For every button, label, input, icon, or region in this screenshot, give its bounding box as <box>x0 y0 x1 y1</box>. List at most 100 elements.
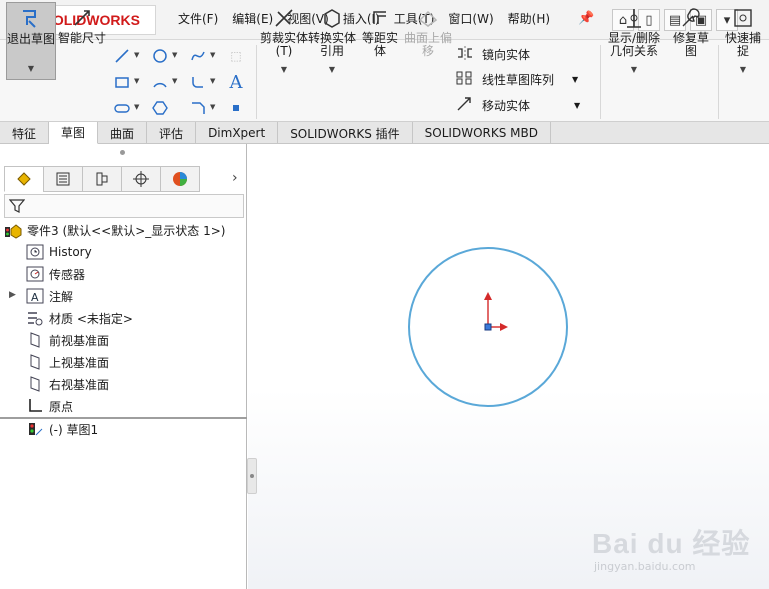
top-plane-label: 上视基准面 <box>49 355 110 370</box>
relations-dropdown-icon[interactable]: ▼ <box>631 63 637 76</box>
slot-dropdown-icon[interactable]: ▼ <box>134 103 139 111</box>
circle-tool-icon[interactable] <box>150 46 170 66</box>
line-dropdown-icon[interactable]: ▼ <box>134 51 139 59</box>
menu-window[interactable]: 窗口(W) <box>448 10 493 27</box>
rectangle-dropdown-icon[interactable]: ▼ <box>134 77 139 85</box>
relations-label: 显示/删除几何关系 <box>607 31 661 58</box>
tab-features[interactable]: 特征 <box>0 122 50 144</box>
repair-sketch-label: 修复草图 <box>672 31 709 58</box>
command-tabs: 特征 草图 曲面 评估 DimXpert SOLIDWORKS 插件 SOLID… <box>0 122 769 144</box>
watermark-brand: Bai du 经验 <box>592 528 751 559</box>
rectangle-icon[interactable] <box>112 72 132 92</box>
filter-icon <box>9 199 25 213</box>
trim-icon <box>270 4 298 32</box>
history-icon <box>26 243 44 261</box>
move-dropdown-icon[interactable]: ▼ <box>574 101 580 110</box>
configuration-manager-tab-icon[interactable] <box>82 166 122 192</box>
sketch-origin-icon[interactable] <box>484 323 492 331</box>
trim-entities-button[interactable]: 剪裁实体(T) ▼ <box>260 2 308 80</box>
panel-grip-icon[interactable] <box>120 150 125 155</box>
chevron-right-icon[interactable]: › <box>232 170 238 186</box>
tree-item-annotations[interactable]: A 注解 <box>26 286 73 306</box>
quick-snaps-button[interactable]: 快速捕捉 ▼ <box>720 2 766 80</box>
tab-sketch[interactable]: 草图 <box>49 122 99 144</box>
line-icon[interactable] <box>112 46 132 66</box>
expand-arrow-icon[interactable]: ▶ <box>9 290 16 300</box>
sketch1-label: (-) 草图1 <box>49 422 99 437</box>
tree-item-material[interactable]: 材质 <未指定> <box>26 308 133 328</box>
convert-dropdown-icon[interactable]: ▼ <box>329 63 335 76</box>
tree-item-front-plane[interactable]: 前视基准面 <box>26 330 109 350</box>
tree-item-top-plane[interactable]: 上视基准面 <box>26 352 109 372</box>
tab-addins[interactable]: SOLIDWORKS 插件 <box>278 122 413 144</box>
tree-item-history[interactable]: History <box>26 242 92 262</box>
offset-label: 等距实体 <box>361 31 398 58</box>
feature-manager-tab-icon[interactable] <box>4 166 44 192</box>
sketch-icon <box>26 420 44 438</box>
fillet-icon[interactable] <box>188 72 208 92</box>
menu-file[interactable]: 文件(F) <box>178 10 218 27</box>
convert-icon <box>318 4 346 32</box>
exit-sketch-button[interactable]: 退出草图 ▼ <box>6 2 56 80</box>
property-manager-tab-icon[interactable] <box>43 166 83 192</box>
sketch-entity-tools: ▼ ▼ ▼ ⬚ ▼ ▼ ▼ A ▼ ▼ <box>112 44 252 120</box>
spline-icon[interactable] <box>188 46 208 66</box>
offset-entities-button[interactable]: 等距实体 <box>358 2 402 80</box>
part-name: 零件3 (默认<<默认>_显示状态 1>) <box>27 223 226 238</box>
ribbon-separator <box>600 45 601 119</box>
dimxpert-manager-tab-icon[interactable] <box>121 166 161 192</box>
arc-icon[interactable] <box>150 72 170 92</box>
fillet-dropdown-icon[interactable]: ▼ <box>210 77 215 85</box>
spline-dropdown-icon[interactable]: ▼ <box>210 51 215 59</box>
linear-pattern-label: 线性草图阵列 <box>482 72 555 87</box>
smart-dimension-icon <box>68 4 96 32</box>
point-icon[interactable] <box>226 98 246 118</box>
text-tool-icon[interactable]: A <box>226 72 246 93</box>
tab-evaluate[interactable]: 评估 <box>147 122 197 144</box>
linear-pattern-dropdown-icon[interactable]: ▼ <box>572 75 578 84</box>
exit-sketch-icon <box>17 5 45 33</box>
chamfer-icon[interactable] <box>188 98 208 118</box>
tab-surfaces[interactable]: 曲面 <box>98 122 148 144</box>
tab-mbd[interactable]: SOLIDWORKS MBD <box>413 122 551 144</box>
smart-dimension-button[interactable]: 智能尺寸 <box>58 2 106 80</box>
arc-dropdown-icon[interactable]: ▼ <box>172 77 177 85</box>
linear-pattern-button[interactable]: 线性草图阵列 ▼ <box>456 68 578 90</box>
ribbon-separator <box>256 45 257 119</box>
origin-x-arrow <box>500 323 508 331</box>
tab-dimxpert[interactable]: DimXpert <box>196 122 279 144</box>
trim-dropdown-icon[interactable]: ▼ <box>281 63 287 76</box>
mirror-entities-button[interactable]: 镜向实体 <box>456 43 530 65</box>
offset-surface-label: 曲面上偏移 <box>404 31 453 58</box>
menu-help[interactable]: 帮助(H) <box>508 10 550 27</box>
chamfer-dropdown-icon[interactable]: ▼ <box>210 103 215 111</box>
move-icon <box>456 96 474 115</box>
filter-bar[interactable] <box>4 194 244 218</box>
quick-snaps-icon <box>729 4 757 32</box>
origin-icon <box>26 397 44 415</box>
convert-entities-button[interactable]: 转换实体引用 ▼ <box>308 2 356 80</box>
front-plane-label: 前视基准面 <box>49 333 110 348</box>
display-manager-tab-icon[interactable] <box>160 166 200 192</box>
pin-icon[interactable]: 📌 <box>578 12 594 26</box>
panel-splitter[interactable] <box>247 458 257 494</box>
exit-sketch-dropdown-icon[interactable]: ▼ <box>28 62 34 75</box>
repair-sketch-button[interactable]: 修复草图 <box>668 2 714 80</box>
annotations-label: 注解 <box>49 289 74 304</box>
tree-item-sketch1[interactable]: (-) 草图1 <box>26 419 98 439</box>
trim-label: 剪裁实体(T) <box>260 31 309 58</box>
display-relations-button[interactable]: 显示/删除几何关系 ▼ <box>604 2 664 80</box>
slot-icon[interactable] <box>112 98 132 118</box>
tree-item-sensors[interactable]: 传感器 <box>26 264 85 284</box>
tree-item-origin[interactable]: 原点 <box>26 396 73 416</box>
circle-dropdown-icon[interactable]: ▼ <box>172 51 177 59</box>
move-entities-button[interactable]: 移动实体 ▼ <box>456 94 580 116</box>
tree-root-part[interactable]: 零件3 (默认<<默认>_显示状态 1>) <box>4 220 225 240</box>
origin-y-arrow <box>484 292 492 300</box>
tree-item-right-plane[interactable]: 右视基准面 <box>26 374 109 394</box>
plane-icon <box>26 331 44 349</box>
polygon-icon[interactable] <box>150 98 170 118</box>
sensors-label: 传感器 <box>49 267 86 282</box>
quick-snaps-dropdown-icon[interactable]: ▼ <box>740 63 746 76</box>
offset-on-surface-button: 曲面上偏移 <box>404 2 452 80</box>
